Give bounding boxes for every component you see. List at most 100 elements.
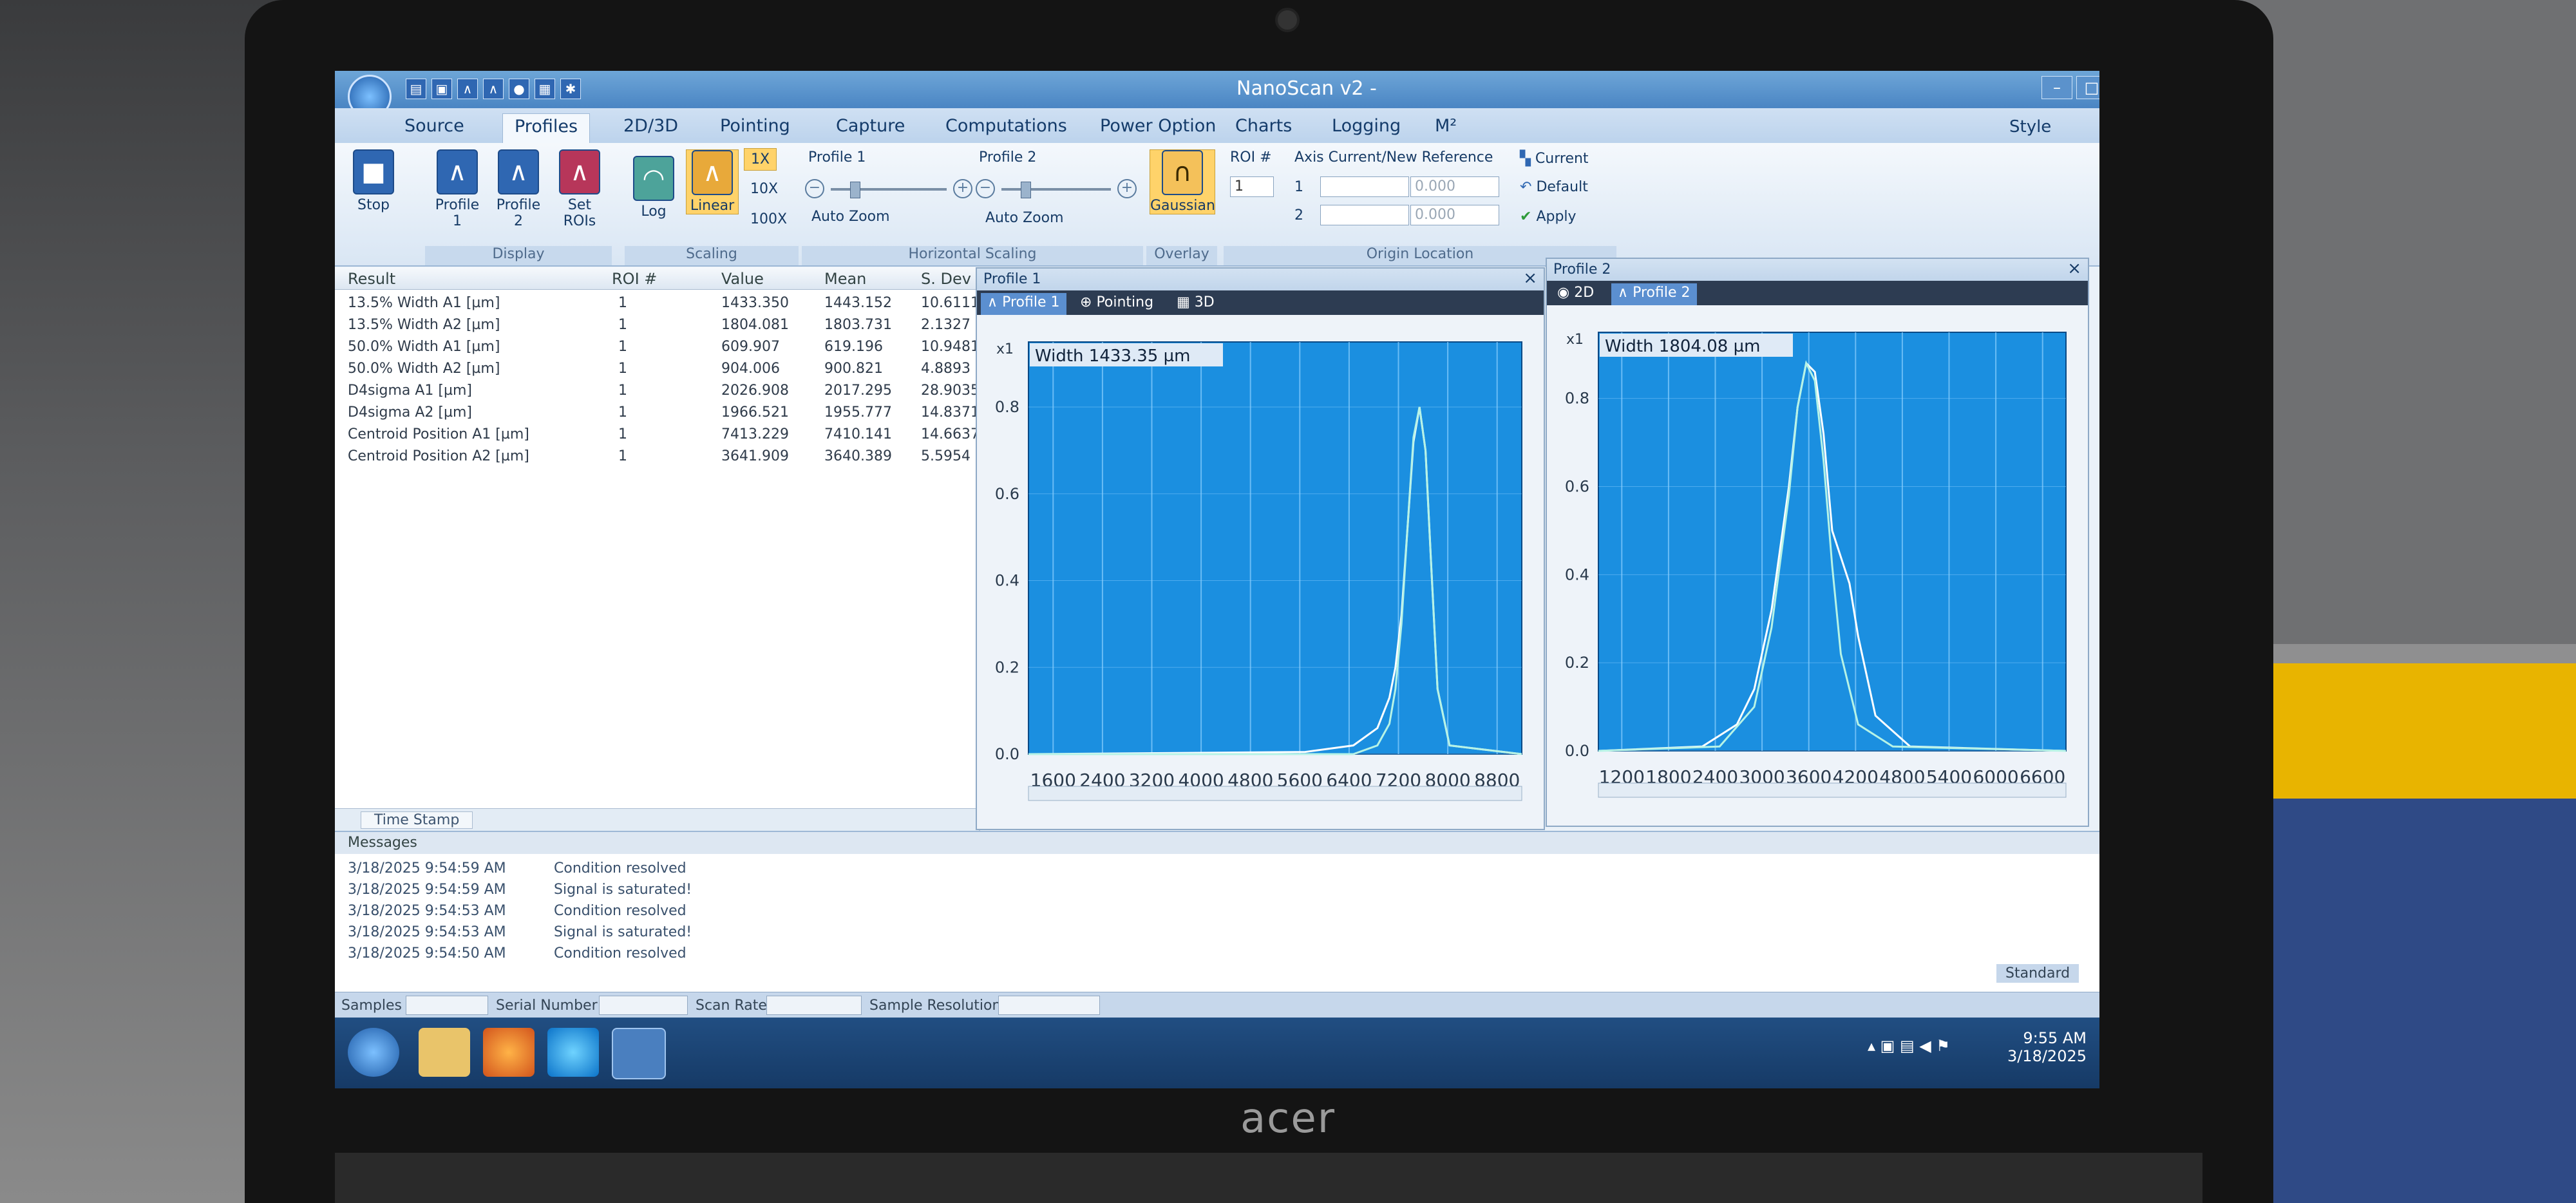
- table-row[interactable]: 50.0% Width A2 [µm] 1 904.006 900.821 4.8893: [335, 359, 979, 379]
- table-row[interactable]: Centroid Position A1 [µm] 1 7413.229 7410.1…: [335, 424, 980, 445]
- tab-2d-view[interactable]: ◉ 2D: [1551, 283, 1600, 305]
- maximize-button[interactable]: □: [2076, 76, 2099, 99]
- table-cell: 50.0% Width A2 [µm]: [348, 361, 500, 377]
- profile1-zoom-slider[interactable]: [831, 182, 947, 198]
- tab-capture[interactable]: Capture: [824, 113, 916, 144]
- tab-profile2[interactable]: ∧ Profile 2: [1611, 283, 1697, 305]
- roi-number-spinner[interactable]: 1: [1230, 176, 1274, 197]
- header-mean[interactable]: Mean: [824, 270, 866, 288]
- profile2-chart[interactable]: 1200 1800 2400 3000 3600 4200 4800 5400 6000 6600…: [1547, 307, 2085, 822]
- quick-access-toolbar: ▤ ▣ ∧ ∧ ● ▦ ✱: [406, 79, 581, 102]
- zoom-100x-button[interactable]: 100X: [744, 209, 793, 230]
- zoom-out-icon[interactable]: −: [805, 179, 824, 198]
- tab-source[interactable]: Source: [393, 113, 476, 144]
- axis-1-new-field[interactable]: 0.000: [1410, 176, 1499, 197]
- table-cell: 1443.152: [824, 295, 892, 311]
- messages-panel: Messages 3/18/2025 9:54:59 AM Condition r…: [335, 831, 2099, 993]
- style-menu[interactable]: Style: [2009, 117, 2051, 137]
- tab-pointing-view[interactable]: ⊕ Pointing: [1074, 293, 1160, 315]
- current-button[interactable]: ▚ Current: [1520, 151, 1589, 167]
- log-icon: ◠: [633, 156, 674, 201]
- table-row[interactable]: 13.5% Width A1 [µm] 1 1433.350 1443.152 10.6…: [335, 293, 980, 314]
- file-explorer-icon[interactable]: [419, 1028, 470, 1077]
- firefox-icon[interactable]: [483, 1028, 535, 1077]
- tab-2d3d[interactable]: 2D/3D: [612, 113, 690, 144]
- table-row[interactable]: D4sigma A1 [µm] 1 2026.908 2017.295 28.9035: [335, 381, 980, 401]
- set-rois-button[interactable]: ∧ Set ROIs: [554, 149, 605, 229]
- tab-charts[interactable]: Charts: [1224, 113, 1303, 144]
- zoom-out-icon[interactable]: −: [976, 179, 995, 198]
- scale-label: x1: [1566, 332, 1584, 348]
- log-scale-button[interactable]: ◠ Log: [631, 156, 676, 220]
- profile-wave-icon: ∧: [1618, 285, 1633, 301]
- apply-button[interactable]: ✔ Apply: [1520, 209, 1577, 225]
- profile2-zoom-slider[interactable]: [1001, 182, 1111, 198]
- group-label-display: Display: [425, 246, 612, 265]
- header-roi[interactable]: ROI #: [612, 270, 657, 288]
- zoom-1x-button[interactable]: 1X: [744, 148, 777, 171]
- table-row[interactable]: Centroid Position A2 [µm] 1 3641.909 3640.3…: [335, 446, 979, 467]
- table-row[interactable]: D4sigma A2 [µm] 1 1966.521 1955.777 14.8371: [335, 403, 980, 423]
- header-result[interactable]: Result: [348, 270, 395, 288]
- samples-label: Samples: [341, 998, 402, 1014]
- nanoscan-taskbar-icon[interactable]: [612, 1028, 666, 1079]
- close-icon[interactable]: ×: [1523, 269, 1537, 288]
- tab-pointing[interactable]: Pointing: [708, 113, 802, 144]
- profile-wave-icon: ∧: [437, 149, 478, 194]
- profile-wave-icon: ∧: [498, 149, 539, 194]
- standard-label[interactable]: Standard: [1996, 964, 2079, 983]
- horizontal-scrollbar[interactable]: [1598, 782, 2067, 798]
- tab-profile1[interactable]: ∧ Profile 1: [981, 293, 1066, 315]
- folder-icon[interactable]: ▤: [406, 79, 426, 99]
- tab-computations[interactable]: Computations: [934, 113, 1079, 144]
- zoom-in-icon[interactable]: +: [1117, 179, 1137, 198]
- zoom-in-icon[interactable]: +: [953, 179, 972, 198]
- table-row[interactable]: 50.0% Width A1 [µm] 1 609.907 619.196 10.948…: [335, 337, 980, 357]
- horizontal-scrollbar[interactable]: [1028, 786, 1522, 801]
- clock[interactable]: 9:55 AM 3/18/2025: [1996, 1029, 2087, 1065]
- grid-icon[interactable]: ▦: [535, 79, 555, 99]
- auto-zoom-profile1-button[interactable]: Auto Zoom: [811, 209, 890, 225]
- auto-zoom-profile2-button[interactable]: Auto Zoom: [985, 210, 1064, 226]
- tab-m2[interactable]: M²: [1423, 113, 1468, 144]
- axis-1-current-field[interactable]: [1320, 176, 1409, 197]
- close-icon[interactable]: ×: [2067, 259, 2081, 278]
- table-cell: 14.8371: [921, 404, 980, 421]
- start-button[interactable]: [348, 1028, 399, 1077]
- tab-profiles[interactable]: Profiles: [502, 113, 591, 145]
- table-cell: 10.6111: [921, 295, 980, 311]
- crosshair-icon: ⊕: [1080, 294, 1097, 310]
- stop-button[interactable]: ■ Stop: [348, 149, 399, 213]
- y-tick-label: 0.6: [1565, 477, 1589, 495]
- gaussian-overlay-button[interactable]: ∩ Gaussian: [1150, 149, 1215, 214]
- default-button[interactable]: ↶ Default: [1520, 179, 1588, 195]
- table-cell: 7410.141: [824, 426, 892, 442]
- linear-scale-button[interactable]: ∧ Linear: [686, 149, 739, 214]
- profile2-button[interactable]: ∧ Profile 2: [493, 149, 544, 229]
- table-cell: 28.9035: [921, 383, 980, 399]
- header-sdev[interactable]: S. Dev: [921, 270, 971, 288]
- save-icon[interactable]: ▣: [431, 79, 452, 99]
- group-label-horizontal-scaling: Horizontal Scaling: [802, 246, 1143, 265]
- header-value[interactable]: Value: [721, 270, 764, 288]
- profile1-button[interactable]: ∧ Profile 1: [431, 149, 483, 229]
- messages-header: Messages: [335, 832, 2099, 854]
- minimize-button[interactable]: –: [2041, 76, 2072, 99]
- tab-power-option[interactable]: Power Option: [1088, 113, 1227, 144]
- time-stamp-button[interactable]: Time Stamp: [361, 811, 473, 829]
- profile1-chart[interactable]: 1600 2400 3200 4000 4800 5600 6400 7200 8000 8800…: [977, 316, 1541, 825]
- settings-icon[interactable]: ✱: [560, 79, 581, 99]
- profile-icon[interactable]: ∧: [457, 79, 478, 99]
- table-row[interactable]: 13.5% Width A2 [µm] 1 1804.081 1803.731 2.13…: [335, 315, 979, 336]
- system-tray[interactable]: ▴ ▣ ▤ ◀ ⚑: [1868, 1037, 1950, 1055]
- tab-logging[interactable]: Logging: [1320, 113, 1412, 144]
- record-icon[interactable]: ●: [509, 79, 529, 99]
- profile-icon[interactable]: ∧: [483, 79, 504, 99]
- edge-icon[interactable]: [547, 1028, 599, 1077]
- tab-3d-view[interactable]: ▦ 3D: [1170, 293, 1221, 315]
- zoom-10x-button[interactable]: 10X: [744, 178, 784, 200]
- axis-2-new-field[interactable]: 0.000: [1410, 205, 1499, 225]
- axis-2-current-field[interactable]: [1320, 205, 1409, 225]
- table-cell: Centroid Position A2 [µm]: [348, 448, 529, 464]
- table-cell: 1966.521: [721, 404, 789, 421]
